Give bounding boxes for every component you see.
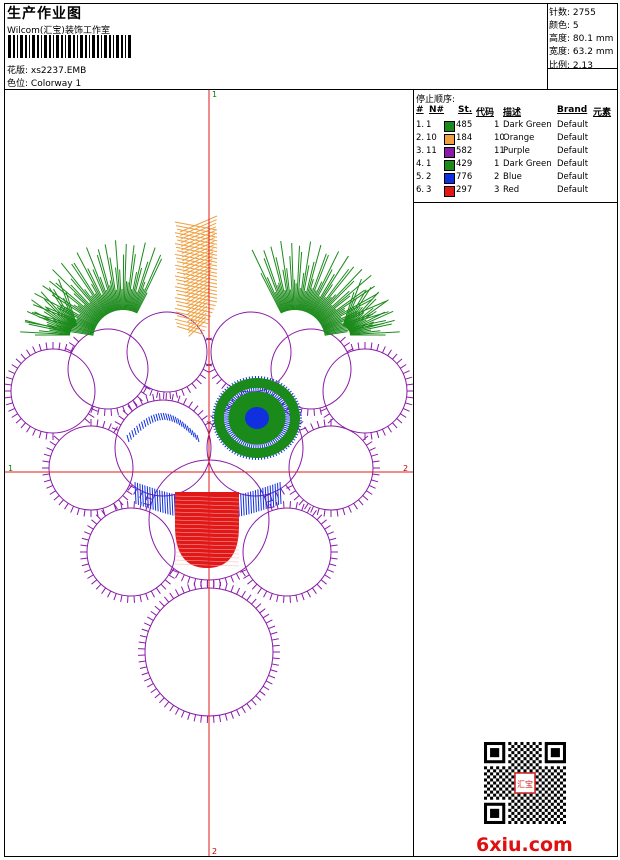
col-header-needle: N#	[429, 105, 445, 115]
closed-eye	[126, 412, 200, 443]
eye-fill	[212, 376, 302, 460]
site-watermark: 6xiu.com	[476, 834, 573, 856]
sequence-row: 4. 1 429 1 Dark Green Default	[414, 159, 617, 172]
row-brand: Default	[557, 146, 589, 156]
col-header-code: 代码	[476, 108, 495, 118]
color-sequence-panel: 停止顺序: # N# St. 代码 描述 Brand 元素 1. 1 485 1 Dar…	[414, 90, 617, 856]
orange-feather	[174, 215, 218, 337]
colorway-value: Colorway 1	[30, 79, 82, 89]
row-stitches: 184	[456, 133, 473, 143]
row-brand: Default	[557, 172, 589, 182]
row-code: 3	[494, 185, 500, 195]
qr-code: 汇宝	[484, 742, 566, 824]
sequence-row: 2. 10 184 10 Orange Default	[414, 133, 617, 146]
row-code: 1	[494, 159, 500, 169]
stat-width: 宽度: 63.2 mm	[549, 47, 614, 57]
sequence-row: 1. 1 485 1 Dark Green Default	[414, 120, 617, 133]
row-code: 2	[494, 172, 500, 182]
production-sheet: 生产作业图 Wilcom(汇宝)装饰工作室 花版: xs2237.EMB 色位:…	[4, 3, 618, 857]
barcode	[8, 35, 131, 58]
colorway-row: 色位: Colorway 1	[7, 76, 81, 89]
design-file-row: 花版: xs2237.EMB	[7, 63, 86, 76]
design-canvas: 1 2 1 2	[5, 90, 414, 856]
row-stitches: 297	[456, 185, 473, 195]
design-file-label: 花版:	[7, 66, 29, 76]
row-index: 1.	[416, 120, 425, 130]
tongue-fill	[174, 492, 240, 568]
row-index: 2.	[416, 133, 425, 143]
row-index: 6.	[416, 185, 425, 195]
row-needle: 2	[426, 172, 432, 182]
row-brand: Default	[557, 159, 589, 169]
stats-panel: 针数: 2755 颜色: 5 高度: 80.1 mm 宽度: 63.2 mm 比…	[547, 4, 617, 89]
row-description: Red	[503, 185, 520, 195]
color-swatch	[444, 160, 455, 171]
color-swatch	[444, 134, 455, 145]
green-hair-fringe	[20, 240, 400, 336]
header-info: 生产作业图 Wilcom(汇宝)装饰工作室 花版: xs2237.EMB 色位:…	[5, 4, 548, 89]
row-stitches: 582	[456, 146, 473, 156]
row-needle: 3	[426, 185, 432, 195]
row-stitches: 429	[456, 159, 473, 169]
sequence-table: # N# St. 代码 描述 Brand 元素 1. 1 485 1 Dark Gree…	[414, 103, 617, 203]
row-brand: Default	[557, 120, 589, 130]
embroidery-artwork	[5, 90, 413, 856]
row-needle: 10	[426, 133, 437, 143]
stat-colors: 颜色: 5	[549, 21, 579, 31]
row-description: Dark Green	[503, 159, 552, 169]
row-index: 5.	[416, 172, 425, 182]
col-header-stitches: St.	[458, 105, 473, 115]
sheet-header: 生产作业图 Wilcom(汇宝)装饰工作室 花版: xs2237.EMB 色位:…	[5, 4, 617, 90]
row-needle: 11	[426, 146, 437, 156]
sequence-row: 6. 3 297 3 Red Default	[414, 185, 617, 198]
row-index: 3.	[416, 146, 425, 156]
color-swatch	[444, 186, 455, 197]
row-stitches: 776	[456, 172, 473, 182]
row-needle: 1	[426, 159, 432, 169]
col-header-index: #	[416, 105, 424, 115]
col-header-brand: Brand	[557, 105, 588, 115]
sequence-row: 5. 2 776 2 Blue Default	[414, 172, 617, 185]
sequence-row: 3. 11 582 11 Purple Default	[414, 146, 617, 159]
row-description: Dark Green	[503, 120, 552, 130]
row-brand: Default	[557, 185, 589, 195]
row-description: Blue	[503, 172, 522, 182]
axis-bottom-label: 2	[212, 847, 218, 856]
col-header-element: 元素	[593, 108, 612, 118]
axis-right-label: 2	[403, 464, 409, 473]
axis-top-label: 1	[212, 90, 218, 99]
color-swatch	[444, 121, 455, 132]
sheet-title: 生产作业图	[7, 6, 82, 22]
stat-scale: 比例: 2.13	[549, 61, 593, 71]
stat-height: 高度: 80.1 mm	[549, 34, 614, 44]
row-stitches: 485	[456, 120, 473, 130]
row-brand: Default	[557, 133, 589, 143]
stat-stitches: 针数: 2755	[549, 8, 596, 18]
col-header-description: 描述	[503, 108, 522, 118]
row-code: 1	[494, 120, 500, 130]
row-description: Purple	[503, 146, 530, 156]
row-index: 4.	[416, 159, 425, 169]
row-description: Orange	[503, 133, 535, 143]
svg-text:汇宝: 汇宝	[517, 779, 533, 789]
row-needle: 1	[426, 120, 432, 130]
colorway-label: 色位:	[7, 79, 29, 89]
design-file-value: xs2237.EMB	[30, 66, 87, 76]
color-swatch	[444, 147, 455, 158]
color-swatch	[444, 173, 455, 184]
axis-left-label: 1	[8, 464, 14, 473]
